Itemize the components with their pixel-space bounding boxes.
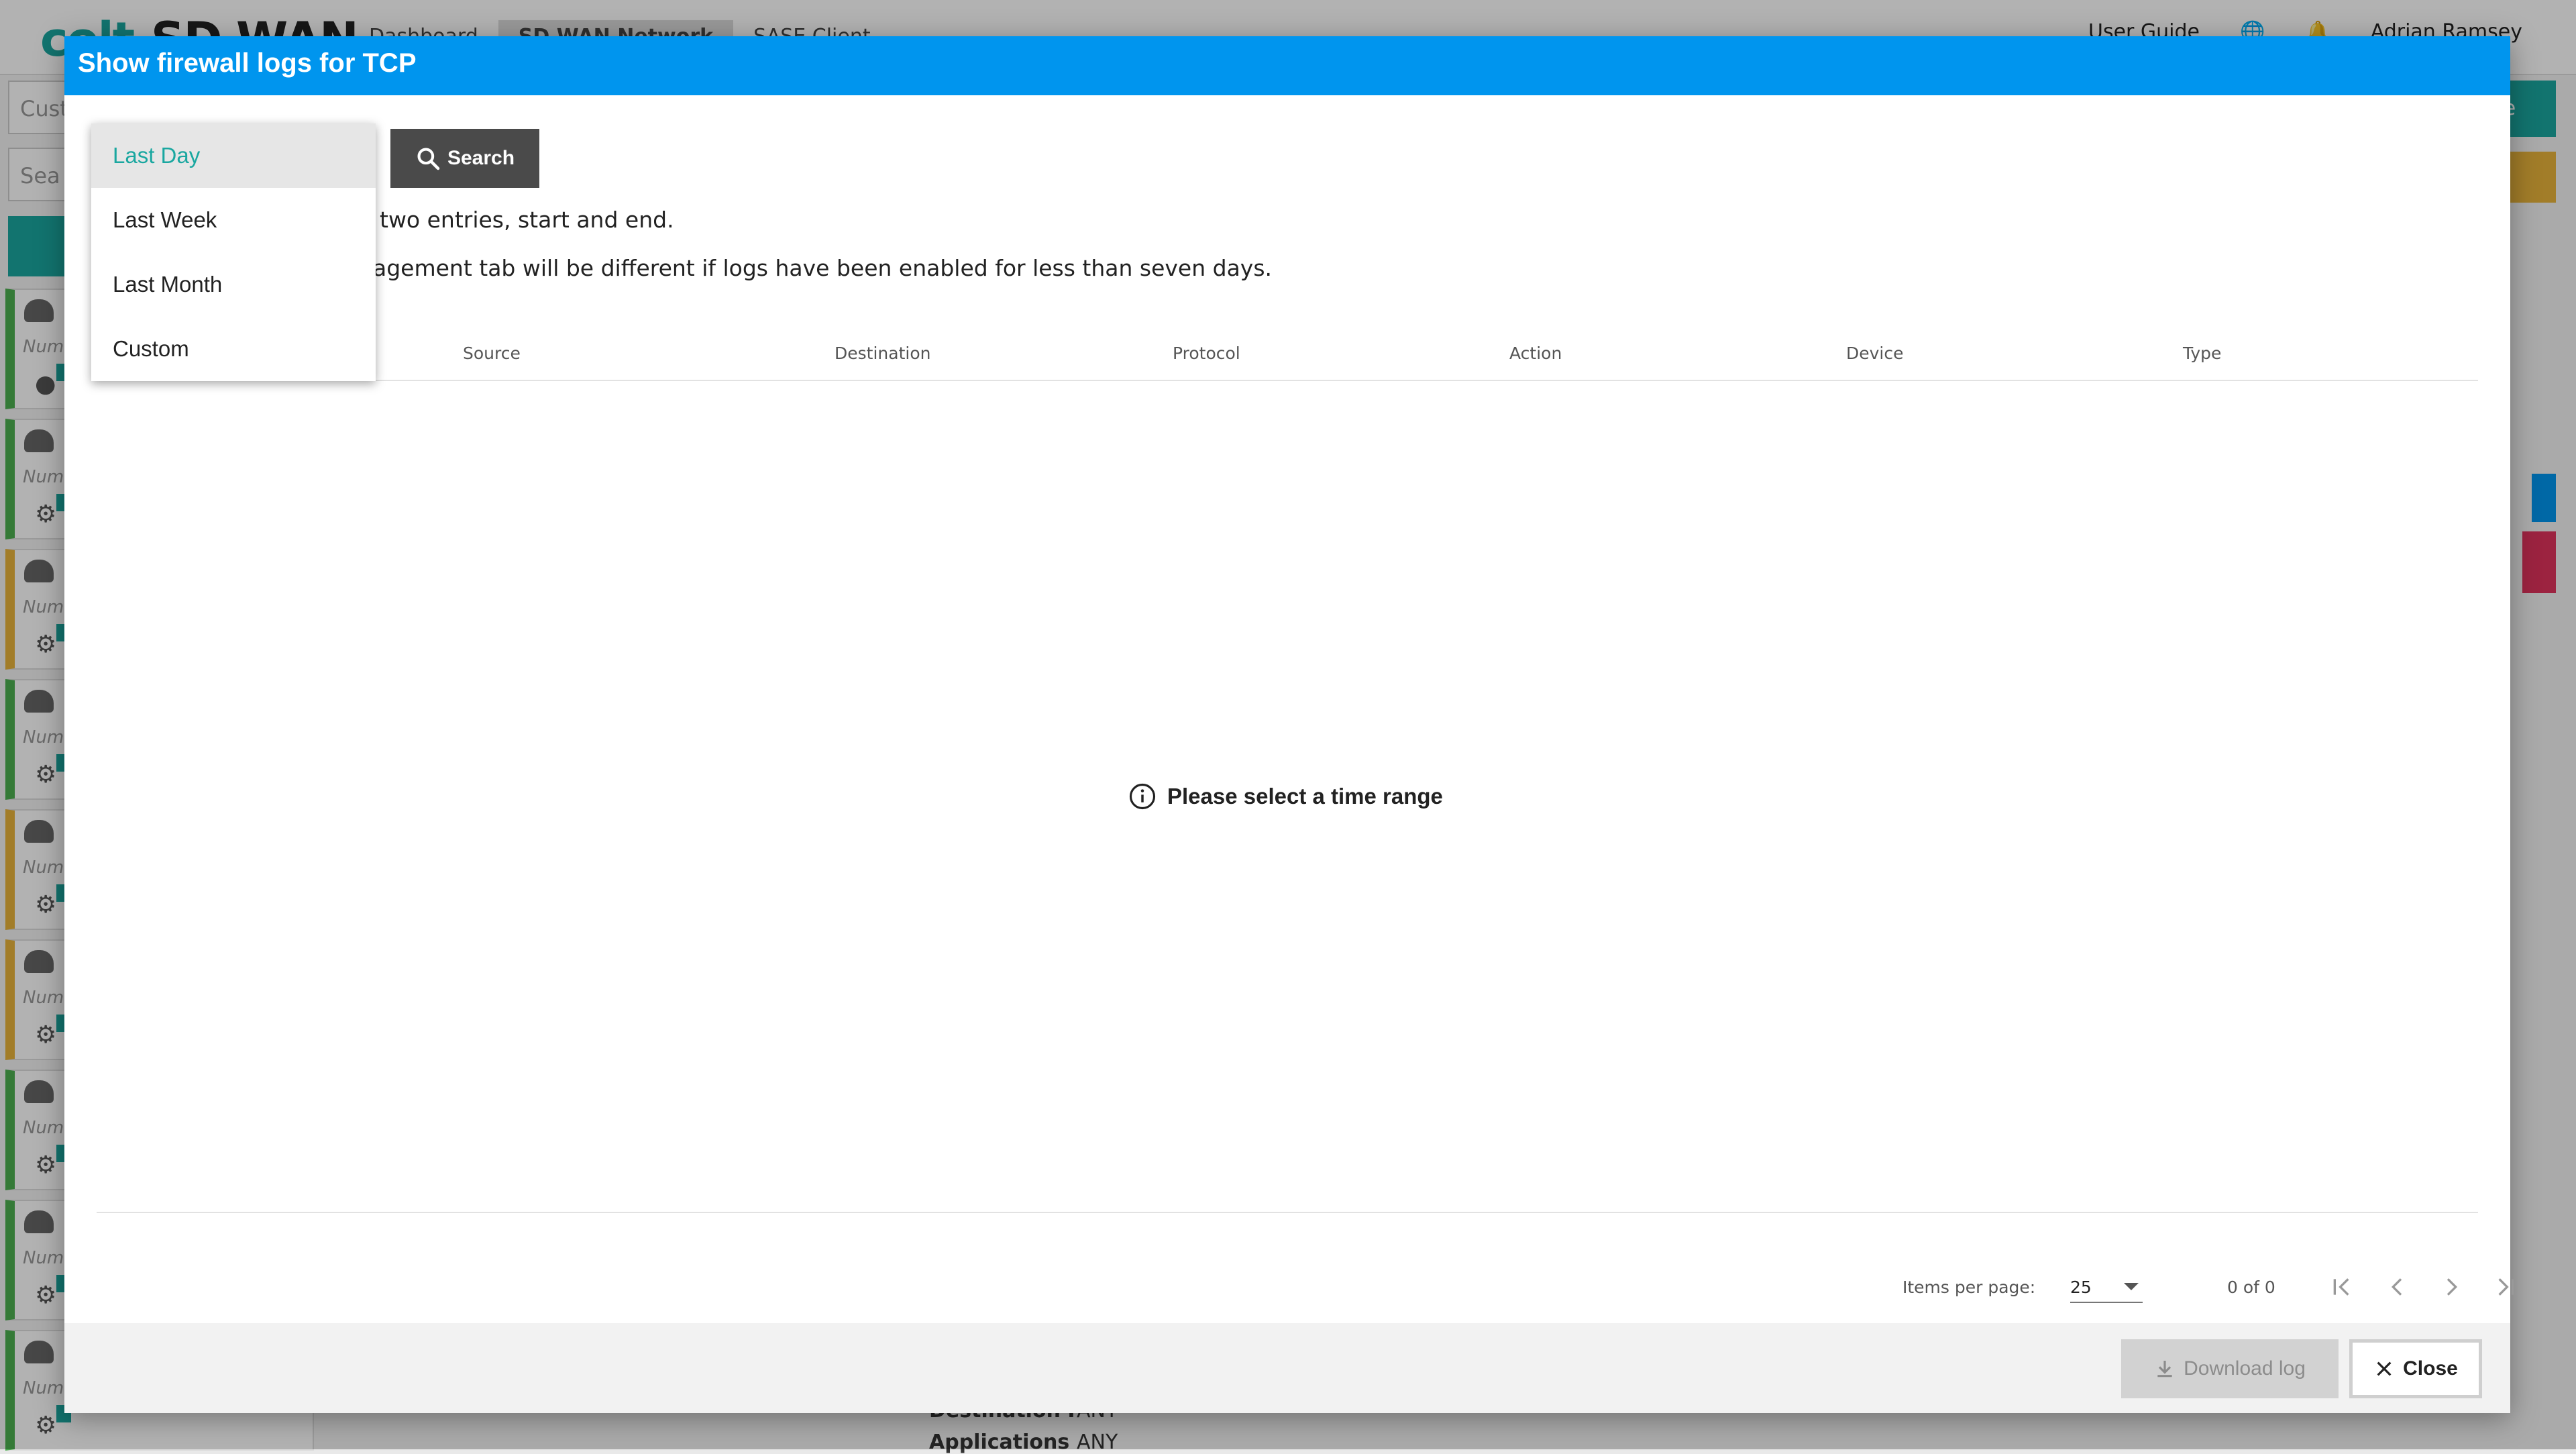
- search-button[interactable]: Search: [390, 129, 539, 188]
- chevron-right-icon: [2447, 1278, 2458, 1296]
- chevron-down-icon: [2124, 1283, 2139, 1290]
- download-log-label: Download log: [2184, 1357, 2306, 1380]
- close-button-label: Close: [2403, 1357, 2458, 1380]
- info-text-entries: two entries, start and end.: [380, 207, 674, 233]
- option-custom[interactable]: Custom: [91, 317, 376, 381]
- option-last-day[interactable]: Last Day: [91, 123, 376, 188]
- page-range-label: 0 of 0: [2227, 1278, 2275, 1297]
- paginator: Items per page: 25 0 of 0: [97, 1212, 2514, 1314]
- info-icon: [1129, 783, 1156, 810]
- dialog-footer: Download log Close: [64, 1323, 2510, 1413]
- option-last-week[interactable]: Last Week: [91, 188, 376, 252]
- first-page-button[interactable]: [2329, 1274, 2356, 1300]
- previous-page-button[interactable]: [2384, 1274, 2411, 1300]
- search-button-label: Search: [447, 147, 515, 169]
- items-per-page-value: 25: [2070, 1278, 2092, 1297]
- dialog-title: Show firewall logs for TCP: [78, 48, 417, 78]
- firewall-logs-dialog: Show firewall logs for TCP Search two en…: [64, 36, 2514, 1413]
- info-text-logs-enabled: agement tab will be different if logs ha…: [373, 255, 1273, 281]
- column-protocol[interactable]: Protocol: [1173, 344, 1240, 363]
- last-page-icon: [2498, 1278, 2514, 1296]
- column-source[interactable]: Source: [463, 344, 521, 363]
- download-icon: [2157, 1361, 2172, 1378]
- download-log-button[interactable]: Download log: [2121, 1339, 2339, 1398]
- time-range-dropdown: Last Day Last Week Last Month Custom: [91, 123, 376, 381]
- empty-state: Please select a time range: [1128, 782, 1443, 811]
- column-destination[interactable]: Destination: [835, 344, 930, 363]
- items-per-page-select[interactable]: 25: [2070, 1269, 2143, 1303]
- close-icon: [2377, 1361, 2392, 1376]
- search-icon: [417, 148, 440, 170]
- column-device[interactable]: Device: [1846, 344, 1904, 363]
- first-page-icon: [2333, 1278, 2349, 1296]
- chevron-left-icon: [2391, 1278, 2402, 1296]
- logs-table-header: Source Destination Protocol Action Devic…: [97, 318, 2478, 381]
- close-button[interactable]: Close: [2349, 1339, 2482, 1398]
- items-per-page-label: Items per page:: [1902, 1278, 2036, 1297]
- option-last-month[interactable]: Last Month: [91, 252, 376, 317]
- column-type[interactable]: Type: [2183, 344, 2221, 363]
- empty-state-message: Please select a time range: [1167, 784, 1443, 809]
- last-page-button[interactable]: [2491, 1274, 2518, 1300]
- next-page-button[interactable]: [2438, 1274, 2465, 1300]
- column-action[interactable]: Action: [1509, 344, 1562, 363]
- dialog-header: Show firewall logs for TCP: [64, 36, 2510, 95]
